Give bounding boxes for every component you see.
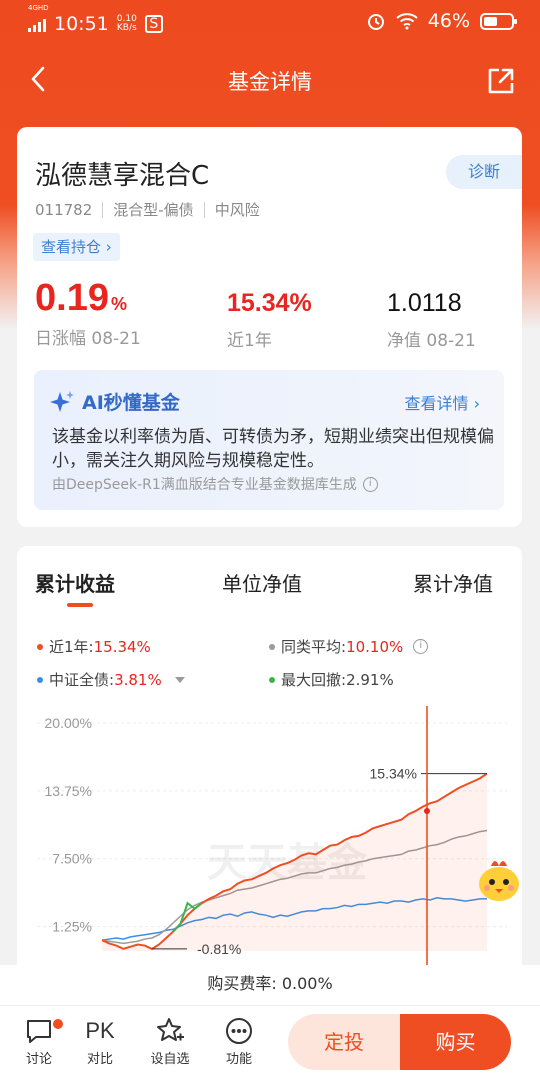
- more-functions-button[interactable]: 功能: [212, 1014, 266, 1067]
- min-label: -0.81%: [197, 941, 241, 957]
- clock: 10:51: [54, 12, 109, 35]
- day-change-value: 0.19: [35, 277, 109, 319]
- legend-peer: 同类平均: 10.10% i: [269, 636, 429, 657]
- add-watchlist-button[interactable]: 设自选: [143, 1014, 197, 1067]
- cursor-dot: [424, 807, 430, 814]
- y-tick-label: 20.00%: [45, 715, 92, 731]
- share-icon[interactable]: [486, 66, 516, 96]
- y-tick-label: 7.50%: [52, 851, 92, 867]
- info-icon[interactable]: i: [413, 639, 429, 654]
- ai-source: 由DeepSeek-R1满血版结合专业基金数据库生成 i: [52, 474, 378, 494]
- nav-value: 1.0118: [387, 289, 462, 317]
- fund-risk: 中风险: [214, 201, 260, 219]
- diagnose-button[interactable]: 诊断: [446, 155, 522, 189]
- compare-button[interactable]: PK 对比: [73, 1014, 127, 1067]
- year-return-stat: 15.34% 近1年: [227, 289, 312, 351]
- fund-area: [102, 773, 487, 951]
- info-icon[interactable]: i: [362, 476, 378, 492]
- ai-title: AI秒懂基金: [50, 388, 180, 415]
- wifi-icon: [396, 13, 418, 30]
- divider: [203, 201, 205, 218]
- max-label: 15.34%: [370, 766, 417, 782]
- tab-indicator: [67, 603, 93, 607]
- auto-invest-button[interactable]: 定投: [288, 1014, 400, 1070]
- mascot-icon[interactable]: [473, 854, 525, 906]
- page-title: 基金详情: [228, 70, 312, 94]
- alarm-icon: [367, 14, 384, 30]
- legend-drawdown: 最大回撤: 2.91%: [269, 669, 394, 690]
- pk-icon: PK: [85, 1018, 115, 1043]
- nav-stat: 1.0118 净值 08-21: [387, 289, 476, 351]
- year-return-label: 近1年: [227, 331, 272, 351]
- fund-name: 泓德慧享混合C: [35, 161, 210, 191]
- status-bar: 4GHD 10:51 0.10 KB/s S 46%: [0, 0, 540, 44]
- nav-bar: 基金详情: [0, 52, 540, 108]
- y-tick-label: 13.75%: [45, 783, 92, 799]
- tab-cumulative-return[interactable]: 累计收益: [35, 568, 115, 597]
- battery-percent: 46%: [427, 10, 470, 32]
- divider: [102, 201, 104, 218]
- day-change-stat: 0.19 % 日涨幅 08-21: [35, 277, 141, 349]
- fund-type: 混合型-偏债: [113, 201, 194, 219]
- buy-button[interactable]: 购买: [400, 1014, 511, 1070]
- notification-badge: [52, 1018, 64, 1030]
- dropdown-icon[interactable]: [174, 676, 186, 684]
- discuss-button[interactable]: 讨论: [12, 1014, 66, 1067]
- chat-icon: [27, 1020, 51, 1043]
- bottom-bar: 讨论 PK 对比 设自选 功能 定投 购买: [0, 1005, 540, 1077]
- signal-icon: 4GHD: [28, 4, 49, 37]
- more-icon: [226, 1018, 252, 1044]
- nav-label: 净值 08-21: [387, 331, 476, 351]
- legend-index[interactable]: 中证全债: 3.81%: [37, 669, 186, 690]
- day-change-unit: %: [110, 294, 127, 314]
- tab-unit-nav[interactable]: 单位净值: [222, 568, 302, 597]
- ai-summary-box[interactable]: AI秒懂基金 查看详情 › 该基金以利率债为盾、可转债为矛，短期业绩突出但规模偏…: [34, 370, 504, 510]
- day-change-label: 日涨幅 08-21: [35, 329, 141, 349]
- fund-meta: 011782 混合型-偏债 中风险: [35, 199, 260, 220]
- star-plus-icon: [157, 1018, 184, 1041]
- legend-fund: 近1年: 15.34%: [37, 636, 151, 657]
- ai-summary-text: 该基金以利率债为盾、可转债为矛，短期业绩突出但规模偏小，需关注久期风险与规模稳定…: [52, 427, 494, 471]
- notification-icon: S: [144, 14, 163, 33]
- purchase-fee: 购买费率: 0.00%: [0, 965, 540, 1005]
- view-holdings-button[interactable]: 查看持仓 ›: [33, 233, 120, 261]
- tab-cumulative-nav[interactable]: 累计净值: [413, 568, 493, 597]
- chart-card: 累计收益 单位净值 累计净值 近1年: 15.34% 同类平均: 10.10% i …: [17, 546, 522, 1006]
- y-tick-label: 1.25%: [52, 919, 92, 935]
- return-chart[interactable]: 20.00%13.75%7.50%1.25% 天天基金 15.34%-0.81%: [17, 706, 522, 966]
- ai-more-link[interactable]: 查看详情 ›: [405, 390, 481, 414]
- network-speed: 0.10 KB/s: [116, 13, 137, 33]
- sparkle-icon: [50, 390, 74, 412]
- fund-code: 011782: [35, 200, 93, 219]
- battery-icon: [480, 12, 517, 30]
- chart-tabs: 累计收益 单位净值 累计净值: [17, 568, 522, 608]
- fund-summary-card: 泓德慧享混合C 诊断 011782 混合型-偏债 中风险 查看持仓 › 0.19…: [17, 127, 522, 527]
- year-return-value: 15.34%: [227, 289, 312, 317]
